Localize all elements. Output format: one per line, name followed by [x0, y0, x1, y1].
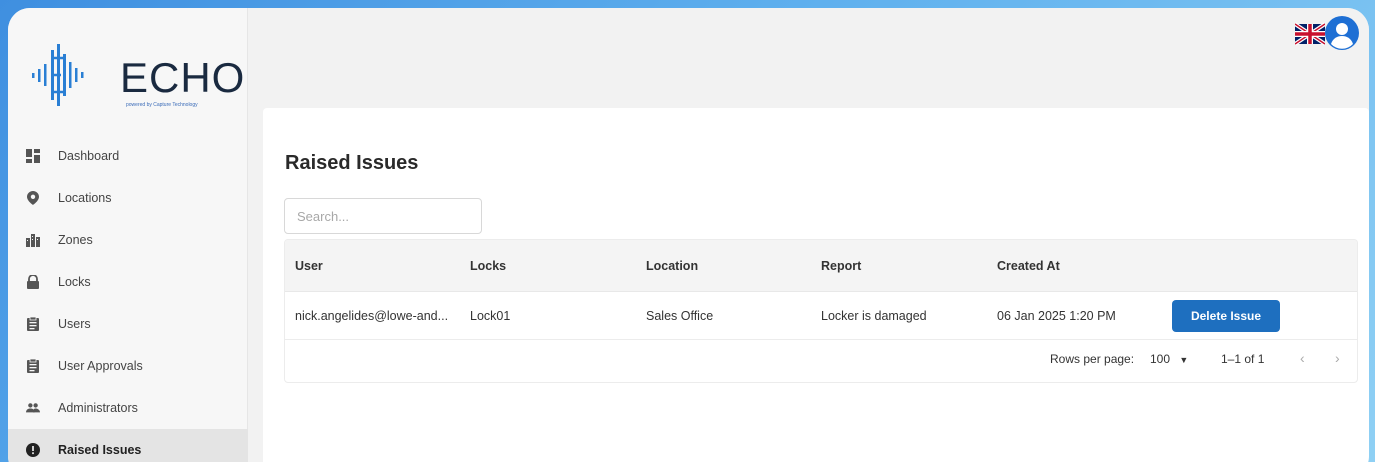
sidebar-item-administrators[interactable]: Administrators [8, 387, 248, 429]
cell-location: Sales Office [646, 308, 714, 323]
search-input[interactable] [284, 198, 482, 234]
chevron-left-icon[interactable]: ‹ [1300, 350, 1305, 366]
sidebar-item-users[interactable]: Users [8, 303, 248, 345]
rows-per-page-select[interactable]: 100 ▼ [1150, 352, 1188, 366]
sidebar-item-user-approvals[interactable]: User Approvals [8, 345, 248, 387]
sidebar-item-label: Dashboard [58, 149, 120, 163]
main-content: Raised Issues User Locks Location Report… [263, 108, 1369, 462]
sidebar-item-label: Locks [58, 275, 91, 289]
column-header-report[interactable]: Report [821, 259, 861, 273]
column-header-created-at[interactable]: Created At [997, 259, 1060, 273]
brand-name: ECHO [120, 54, 246, 101]
rows-per-page-label: Rows per page: [1050, 352, 1135, 366]
uk-flag-icon[interactable] [1295, 22, 1325, 46]
table-pagination: Rows per page: 100 ▼ 1–1 of 1 ‹ › [285, 340, 1357, 382]
column-header-locks[interactable]: Locks [470, 259, 506, 273]
issues-table: User Locks Location Report Created At ni… [284, 239, 1358, 383]
clipboard-icon [26, 317, 40, 331]
brand-tagline: powered by Capture Technology [126, 102, 198, 108]
column-header-user[interactable]: User [295, 259, 323, 273]
delete-issue-button[interactable]: Delete Issue [1172, 300, 1280, 332]
sidebar-item-label: User Approvals [58, 359, 143, 373]
rows-per-page-value: 100 [1150, 352, 1171, 366]
sidebar-item-label: Zones [58, 233, 93, 247]
cell-created-at: 06 Jan 2025 1:20 PM [997, 308, 1116, 323]
caret-down-icon: ▼ [1179, 355, 1189, 365]
cell-user: nick.angelides@lowe-and... [295, 308, 449, 323]
location-pin-icon [26, 191, 40, 205]
buildings-icon [26, 233, 40, 247]
table-header: User Locks Location Report Created At [285, 240, 1357, 292]
sidebar-item-dashboard[interactable]: Dashboard [8, 135, 248, 177]
sidebar-item-zones[interactable]: Zones [8, 219, 248, 261]
sidebar-item-locks[interactable]: Locks [8, 261, 248, 303]
sidebar-nav: Dashboard Locations Zones Locks Users Us… [8, 135, 248, 462]
echo-logo-mark-icon [32, 44, 84, 106]
sidebar-item-label: Users [58, 317, 91, 331]
cell-lock: Lock01 [470, 308, 511, 323]
sidebar-item-locations[interactable]: Locations [8, 177, 248, 219]
pagination-range: 1–1 of 1 [1221, 352, 1265, 366]
clipboard-icon [26, 359, 40, 373]
echo-logo: ECHO powered by Capture Technology [30, 40, 244, 120]
page-title: Raised Issues [285, 152, 419, 174]
chevron-right-icon[interactable]: › [1335, 350, 1340, 366]
sidebar-item-label: Locations [58, 191, 112, 205]
account-circle-icon[interactable] [1325, 16, 1359, 50]
top-bar [248, 8, 1369, 106]
sidebar-item-label: Raised Issues [58, 443, 142, 457]
sidebar-item-raised-issues[interactable]: Raised Issues [8, 429, 248, 462]
column-header-location[interactable]: Location [646, 259, 698, 273]
cell-report: Locker is damaged [821, 308, 927, 323]
sidebar: ECHO powered by Capture Technology Dashb… [8, 8, 248, 462]
table-row: nick.angelides@lowe-and... Lock01 Sales … [285, 292, 1357, 340]
alert-circle-icon [26, 443, 40, 457]
app-window: ECHO powered by Capture Technology Dashb… [8, 8, 1369, 462]
dashboard-icon [26, 149, 40, 163]
sidebar-item-label: Administrators [58, 401, 138, 415]
group-icon [26, 401, 40, 415]
lock-icon [26, 275, 40, 289]
